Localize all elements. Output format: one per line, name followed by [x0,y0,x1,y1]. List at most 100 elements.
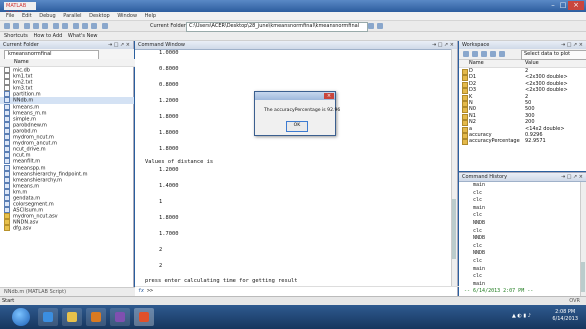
variable-name: accuracyPercentage [469,138,520,145]
prompt-symbol: >> [147,288,154,294]
m-file-icon [4,158,10,165]
history-item[interactable]: clc [459,228,581,236]
taskbar-media[interactable] [86,308,106,326]
menu-debug[interactable]: Debug [39,12,55,21]
variable-icon [462,139,468,146]
panel-options-icon[interactable]: ⇥ □ ↗ × [432,41,454,49]
workspace-variable-row[interactable]: accuracyPercentage 92.9571 [459,138,586,146]
name-column-header[interactable]: Name [469,60,484,67]
paste-icon[interactable] [42,23,48,29]
minimize-button[interactable]: – [548,1,558,10]
browse-folder-icon[interactable] [377,23,383,29]
m-file-icon [4,121,10,128]
command-prompt[interactable]: fx >> [135,286,461,296]
m-file-icon [4,170,10,177]
dialog-close-button[interactable]: × [324,93,334,99]
history-item[interactable]: NNDB [459,235,581,243]
file-list-item[interactable]: dfg.asv [0,225,134,232]
media-player-icon [91,312,101,322]
menu-file[interactable]: File [6,12,14,21]
panel-options-icon[interactable]: ⇥ □ ↗ × [561,173,583,181]
delete-variable-icon[interactable] [499,51,505,57]
history-item[interactable]: main [459,205,581,213]
history-item[interactable]: clc [459,212,581,220]
history-scrollbar[interactable] [580,182,586,296]
file-icon [4,73,10,80]
history-item[interactable]: clc [459,190,581,198]
menu-window[interactable]: Window [117,12,137,21]
output-value-line: 1.2000 [159,98,179,104]
scrollbar-thumb[interactable] [452,199,456,259]
command-window-scrollbar[interactable] [451,49,457,287]
m-file-icon [4,207,10,214]
taskbar-explorer[interactable] [62,308,82,326]
dialog-titlebar: × [255,92,335,100]
output-value-line: 1.8000 [159,114,179,120]
select-data-to-plot[interactable]: Select data to plot [521,50,586,60]
close-button[interactable]: × [568,1,584,10]
workspace-panel: Workspace ⇥ □ ↗ × Select data to plot Na… [459,41,586,171]
history-item[interactable]: clc [459,273,581,281]
menu-help[interactable]: Help [145,12,156,21]
output-value-line: 2 [159,263,163,269]
folder-dropdown-icon[interactable] [368,23,374,29]
m-file-icon [4,201,10,208]
name-column-header[interactable]: Name [0,59,148,67]
menu-parallel[interactable]: Parallel [63,12,81,21]
history-session-header[interactable]: -- 6/14/2013 2:07 PM -- [459,288,581,296]
history-item[interactable]: NNDB [459,250,581,258]
history-item[interactable]: main [459,281,581,289]
app-icon [115,312,125,322]
import-data-icon[interactable] [481,51,487,57]
redo-icon[interactable] [62,23,68,29]
guide-icon[interactable] [82,23,88,29]
dialog-ok-button[interactable]: OK [286,121,308,132]
m-file-icon [4,91,10,98]
output-value-line: 1.8000 [159,215,179,221]
whats-new-link[interactable]: What's New [68,32,98,41]
history-item[interactable]: main [459,182,581,190]
new-variable-icon[interactable] [463,51,469,57]
simulink-icon[interactable] [73,23,79,29]
scrollbar-thumb[interactable] [581,262,585,292]
command-output[interactable]: 1.0000 0.8000 0.8000 1.2000 1.8000 1.8000 1.80… [135,49,455,287]
output-value-line: 1.8000 [159,130,179,136]
menu-desktop[interactable]: Desktop [89,12,110,21]
panel-options-icon[interactable]: ⇥ □ ↗ × [108,41,130,49]
new-file-icon[interactable] [4,23,10,29]
history-item[interactable]: clc [459,197,581,205]
output-value-line: 1.4000 [159,183,179,189]
m-file-icon [4,134,10,141]
undo-icon[interactable] [53,23,59,29]
history-item[interactable]: NNDB [459,220,581,228]
history-item[interactable]: clc [459,258,581,266]
system-tray[interactable]: ▲ ◐ ▮ ♪ [512,313,542,321]
maximize-button[interactable]: □ [558,1,568,10]
taskbar-clock[interactable]: 2:08 PM 6/14/2013 [552,309,578,323]
dialog-message: The accuracyPercentage is 92.96 [264,108,341,113]
copy-icon[interactable] [33,23,39,29]
history-item[interactable]: clc [459,243,581,251]
history-item[interactable]: main [459,266,581,274]
taskbar-matlab[interactable] [134,308,154,326]
menu-edit[interactable]: Edit [22,12,32,21]
shortcuts-label[interactable]: Shortcuts [4,32,28,41]
file-icon [4,213,10,220]
open-variable-icon[interactable] [472,51,478,57]
value-column-header[interactable]: Value [525,60,539,67]
file-icon [4,219,10,226]
taskbar-ie[interactable] [38,308,58,326]
taskbar-app[interactable] [110,308,130,326]
cut-icon[interactable] [24,23,30,29]
how-to-add-link[interactable]: How to Add [34,32,63,41]
help-icon[interactable] [102,23,108,29]
fx-icon[interactable]: fx [138,288,144,294]
m-file-icon [4,109,10,116]
open-file-icon[interactable] [13,23,19,29]
profiler-icon[interactable] [91,23,97,29]
windows-start-orb[interactable] [12,308,30,326]
panel-options-icon[interactable]: ⇥ □ ↗ × [561,41,583,49]
output-text-line: press enter calculating time for getting… [145,278,298,284]
current-folder-input[interactable]: C:\Users\ACER\Desktop\28_june\kmeansnorm… [186,22,368,32]
save-workspace-icon[interactable] [490,51,496,57]
